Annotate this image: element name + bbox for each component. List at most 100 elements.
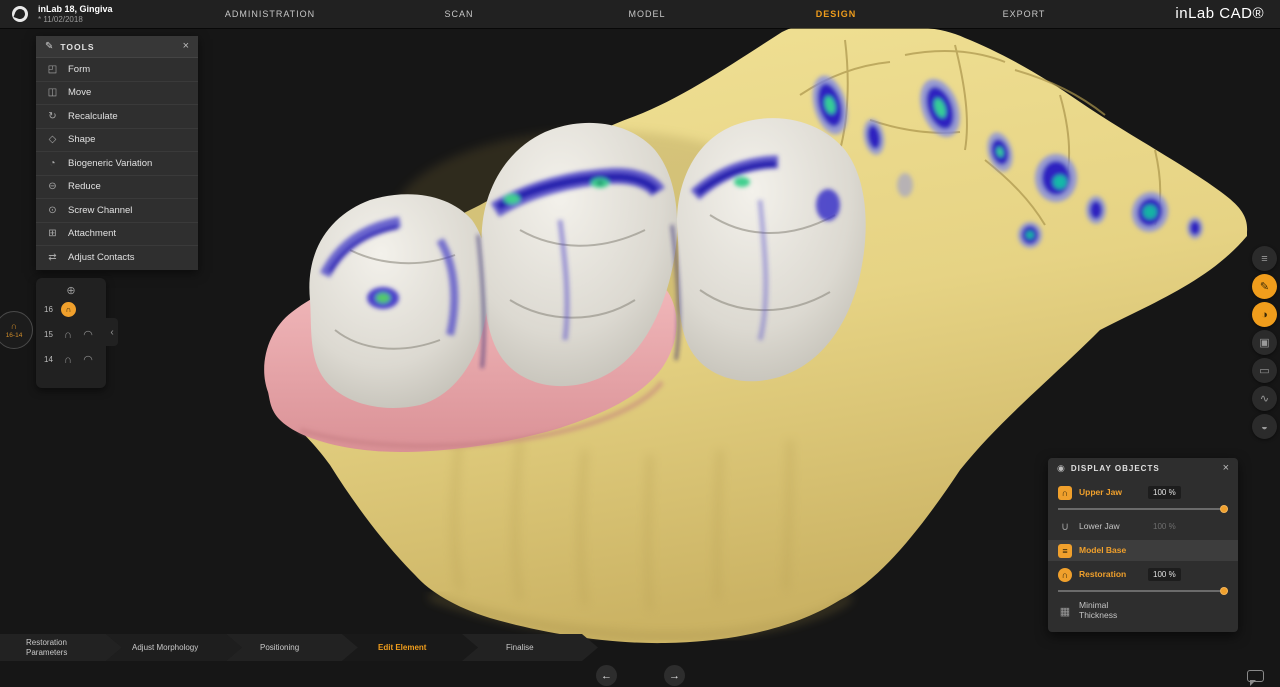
- tools-icon: ✎: [45, 41, 53, 52]
- sirona-logo-icon: [12, 6, 28, 22]
- step-label: Positioning: [260, 643, 338, 653]
- upper-jaw-opacity-slider[interactable]: [1058, 504, 1228, 513]
- tooth-selector-panel: ⊕ 16 ∩ 15 ∩ ◠ 14 ∩ ◠: [36, 278, 106, 388]
- opacity-value: 100 %: [1148, 486, 1181, 499]
- tooth-icon[interactable]: ∩: [61, 329, 75, 341]
- display-object-minimal-thickness[interactable]: ▦ Minimal Thickness: [1048, 598, 1238, 624]
- tooth-row-16[interactable]: 16 ∩: [36, 297, 106, 322]
- top-bar: inLab 18, Gingiva * 11/02/2018 ADMINISTR…: [0, 0, 1280, 28]
- eye-icon: ◉: [1057, 463, 1065, 474]
- inlab-cad-window: inLab 18, Gingiva * 11/02/2018 ADMINISTR…: [0, 0, 1280, 687]
- project-date: * 11/02/2018: [38, 15, 113, 25]
- screen-view-button[interactable]: ▭: [1252, 358, 1277, 383]
- close-icon[interactable]: ×: [1223, 463, 1229, 474]
- display-object-model-base[interactable]: ≡ Model Base: [1048, 540, 1238, 561]
- copy-view-icon: ▣: [1259, 336, 1269, 349]
- tooth-number: 14: [44, 355, 55, 364]
- object-label: Upper Jaw: [1079, 488, 1141, 498]
- tool-recalculate[interactable]: ↻ Recalculate: [36, 105, 198, 129]
- step-label: Restoration Parameters: [26, 638, 104, 658]
- display-objects-header: ◉ DISPLAY OBJECTS ×: [1048, 458, 1238, 479]
- minimal-thickness-icon: ▦: [1058, 604, 1072, 618]
- step-label: Adjust Morphology: [132, 643, 210, 653]
- step-restoration-parameters[interactable]: Restoration Parameters: [0, 634, 122, 661]
- crown-icon[interactable]: ◠: [81, 328, 95, 341]
- close-icon[interactable]: ×: [183, 41, 189, 52]
- object-label: Restoration: [1079, 570, 1141, 580]
- tooth-number: 16: [44, 305, 55, 314]
- tooth-row-14[interactable]: 14 ∩ ◠: [36, 347, 106, 372]
- tab-model[interactable]: MODEL: [628, 9, 665, 19]
- lower-jaw-icon: ∪: [1058, 520, 1072, 534]
- tool-screw-channel[interactable]: ⊙ Screw Channel: [36, 199, 198, 223]
- model-base-icon: ≡: [1058, 544, 1072, 558]
- tooth-icon: ∩: [11, 322, 17, 331]
- tool-shape[interactable]: ◇ Shape: [36, 129, 198, 153]
- step-label: Finalise: [506, 643, 584, 653]
- tab-design[interactable]: DESIGN: [816, 9, 857, 19]
- shade-view-icon: ◒: [1261, 421, 1268, 433]
- object-label: Minimal Thickness: [1079, 601, 1141, 621]
- display-objects-panel: ◉ DISPLAY OBJECTS × ∩ Upper Jaw 100 % ∪ …: [1048, 458, 1238, 632]
- collapse-tooth-panel-button[interactable]: ‹: [106, 318, 118, 346]
- shade-view-button[interactable]: ◒: [1252, 414, 1277, 439]
- feedback-chat-icon[interactable]: [1247, 670, 1264, 682]
- tool-reduce[interactable]: ⊖ Reduce: [36, 176, 198, 200]
- group-view-icon: ≡: [1261, 253, 1267, 265]
- display-object-upper-jaw[interactable]: ∩ Upper Jaw 100 %: [1048, 482, 1238, 503]
- shape-icon: ◇: [46, 134, 59, 145]
- tool-adjust-contacts[interactable]: ⇄ Adjust Contacts: [36, 246, 198, 270]
- workflow-step-bar: Restoration Parameters Adjust Morphology…: [0, 634, 620, 661]
- tab-export[interactable]: EXPORT: [1003, 9, 1046, 19]
- group-view-button[interactable]: ≡: [1252, 246, 1277, 271]
- restoration-icon: ∩: [1058, 568, 1072, 582]
- display-object-restoration[interactable]: ∩ Restoration 100 %: [1048, 564, 1238, 585]
- tool-biogeneric-variation[interactable]: ◔ Biogeneric Variation: [36, 152, 198, 176]
- copy-view-button[interactable]: ▣: [1252, 330, 1277, 355]
- chevron-left-icon: ‹: [110, 327, 113, 338]
- curve-tool-icon: ∿: [1260, 392, 1269, 405]
- tab-scan[interactable]: SCAN: [444, 9, 473, 19]
- step-finalise[interactable]: Finalise: [462, 634, 598, 661]
- step-label: Edit Element: [378, 643, 456, 653]
- contact-display-button[interactable]: ◑: [1252, 302, 1277, 327]
- tool-attachment[interactable]: ⊞ Attachment: [36, 223, 198, 247]
- reduce-icon: ⊖: [46, 181, 59, 192]
- tool-form[interactable]: ◰ Form: [36, 58, 198, 82]
- tools-panel-title: TOOLS: [60, 42, 175, 52]
- tooth-number: 15: [44, 330, 55, 339]
- adjust-contacts-icon: ⇄: [46, 252, 59, 263]
- tools-panel: ✎ TOOLS × ◰ Form ◫ Move ↻ Recalculate ◇ …: [36, 36, 198, 270]
- crown-icon[interactable]: ◠: [81, 353, 95, 366]
- biogeneric-variation-icon: ◔: [46, 158, 59, 169]
- project-info: inLab 18, Gingiva * 11/02/2018: [38, 4, 113, 24]
- tooth-selected-icon[interactable]: ∩: [61, 302, 76, 317]
- edit-tools-icon: ✎: [1260, 280, 1269, 293]
- attachment-icon: ⊞: [46, 228, 59, 239]
- tool-move[interactable]: ◫ Move: [36, 82, 198, 106]
- move-icon: ◫: [46, 87, 59, 98]
- tools-panel-header: ✎ TOOLS ×: [36, 36, 198, 58]
- tool-label: Recalculate: [68, 111, 118, 122]
- step-adjust-morphology[interactable]: Adjust Morphology: [106, 634, 242, 661]
- step-positioning[interactable]: Positioning: [226, 634, 358, 661]
- opacity-value: 100 %: [1148, 568, 1181, 581]
- form-icon: ◰: [46, 64, 59, 75]
- tool-label: Adjust Contacts: [68, 252, 135, 263]
- previous-step-button[interactable]: ←: [596, 665, 617, 686]
- display-object-lower-jaw[interactable]: ∪ Lower Jaw 100 %: [1048, 516, 1238, 537]
- jaw-selector-icon: ⊕: [36, 284, 106, 297]
- edit-tools-button[interactable]: ✎: [1252, 274, 1277, 299]
- tooth-icon[interactable]: ∩: [61, 354, 75, 366]
- step-edit-element[interactable]: Edit Element: [342, 634, 478, 661]
- next-step-button[interactable]: →: [664, 665, 685, 686]
- tab-administration[interactable]: ADMINISTRATION: [225, 9, 315, 19]
- slider-knob[interactable]: [1220, 587, 1228, 595]
- screen-view-icon: ▭: [1259, 364, 1269, 377]
- slider-knob[interactable]: [1220, 505, 1228, 513]
- slider-track: [1058, 508, 1228, 510]
- restoration-opacity-slider[interactable]: [1058, 586, 1228, 595]
- curve-tool-button[interactable]: ∿: [1252, 386, 1277, 411]
- tooth-row-15[interactable]: 15 ∩ ◠: [36, 322, 106, 347]
- display-objects-title: DISPLAY OBJECTS: [1071, 464, 1217, 473]
